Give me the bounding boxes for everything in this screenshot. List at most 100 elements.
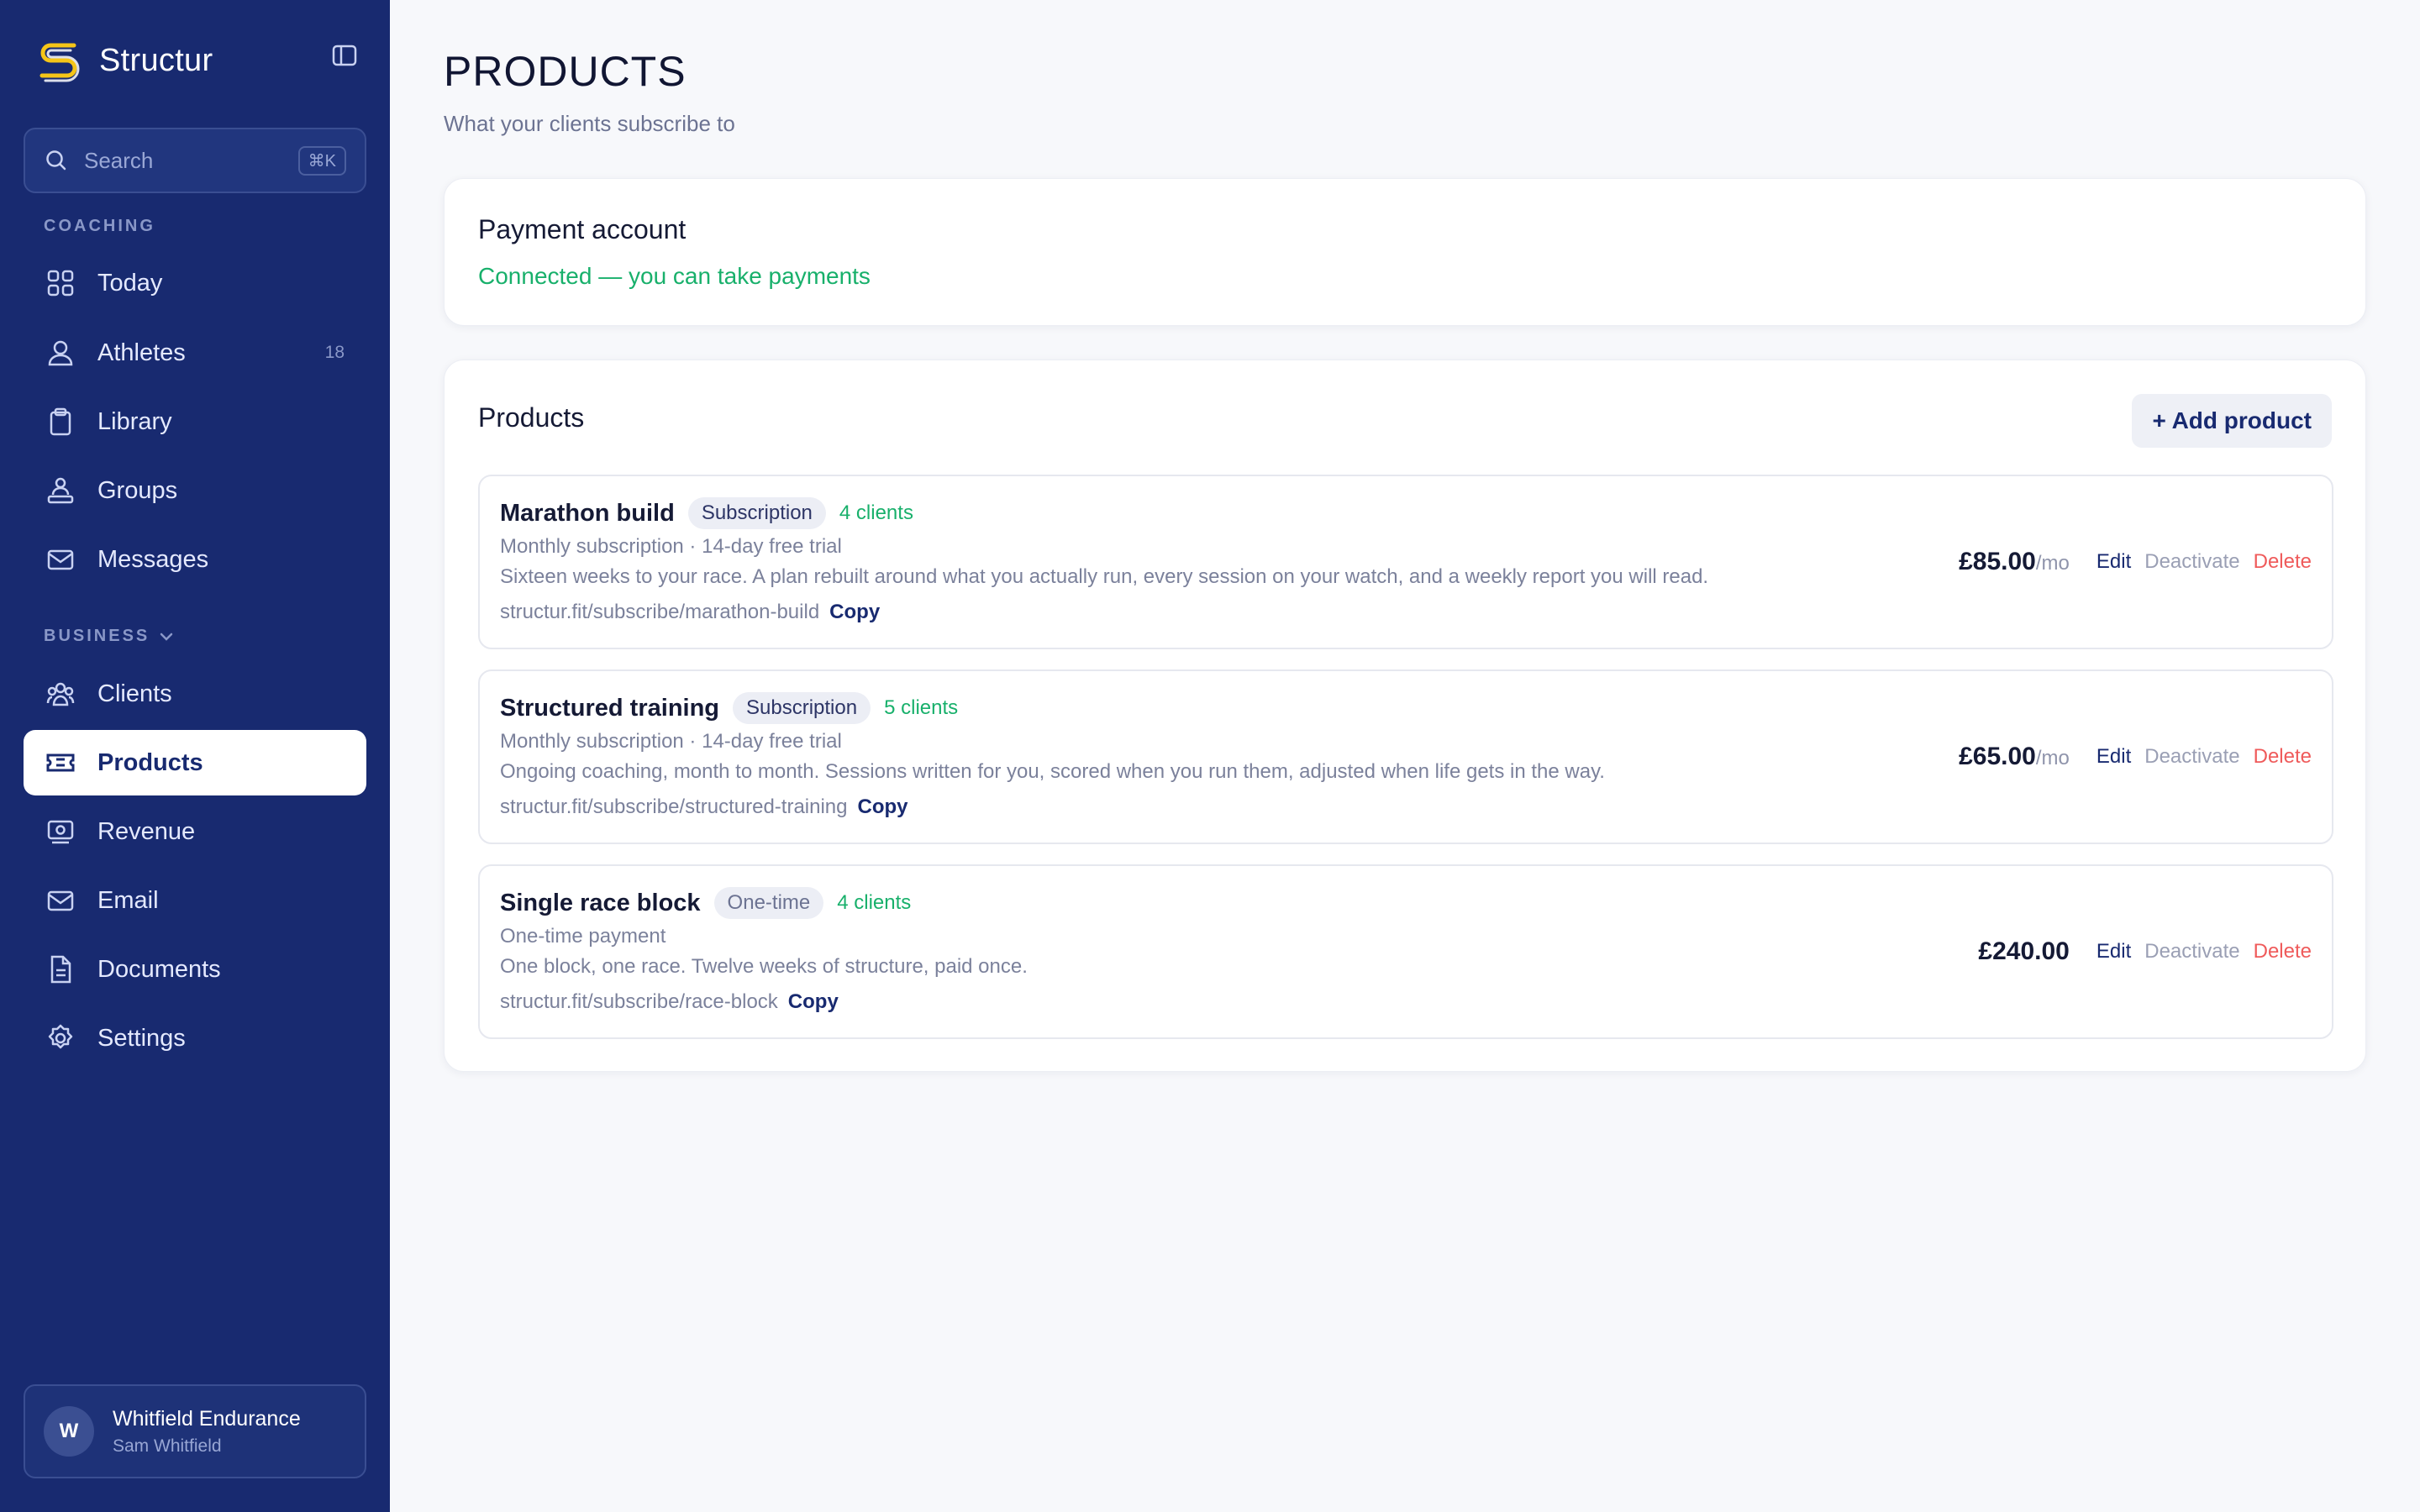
product-link: structur.fit/subscribe/race-block — [500, 990, 778, 1013]
structur-logo-icon — [39, 43, 80, 82]
collapse-sidebar-button[interactable] — [329, 42, 360, 69]
product-clients-count[interactable]: 4 clients — [837, 891, 911, 915]
product-price-unit: /mo — [2035, 747, 2070, 769]
product-type-badge: Subscription — [733, 692, 871, 724]
sidebar-item-groups[interactable]: Groups — [24, 458, 366, 523]
copy-link-button[interactable]: Copy — [858, 795, 908, 819]
sidebar-item-label: Email — [97, 886, 159, 914]
payment-status: Connected — you can take payments — [478, 263, 871, 289]
sidebar-item-products[interactable]: Products — [24, 730, 366, 795]
product-header: Structured training Subscription 5 clien… — [500, 690, 958, 727]
product-row: Marathon build Subscription 4 clients Mo… — [478, 475, 2333, 649]
search-shortcut: ⌘K — [297, 145, 346, 176]
brand[interactable]: Structur — [35, 37, 213, 84]
sidebar-item-settings[interactable]: Settings — [24, 1005, 366, 1071]
product-header: Marathon build Subscription 4 clients — [500, 495, 913, 532]
deactivate-product-button[interactable]: Deactivate — [2144, 940, 2239, 963]
delete-product-button[interactable]: Delete — [2254, 745, 2312, 769]
chevron-down-icon — [160, 633, 173, 641]
sidebar-item-label: Athletes — [97, 339, 186, 366]
product-description: Sixteen weeks to your race. A plan rebui… — [500, 565, 1709, 588]
product-price-unit: /mo — [2035, 552, 2070, 575]
delete-product-button[interactable]: Delete — [2254, 550, 2312, 574]
sidebar-item-clients[interactable]: Clients — [24, 661, 366, 727]
add-product-button[interactable]: + Add product — [2132, 394, 2332, 448]
edit-product-button[interactable]: Edit — [2096, 550, 2131, 574]
product-meta: Monthly subscription · 14-day free trial — [500, 535, 842, 558]
product-actions: £85.00/mo Edit Deactivate Delete — [1959, 476, 2312, 648]
sidebar-item-library[interactable]: Library — [24, 389, 366, 454]
deactivate-product-button[interactable]: Deactivate — [2144, 745, 2239, 769]
clients-icon — [45, 679, 76, 709]
sidebar-item-messages[interactable]: Messages — [24, 527, 366, 592]
revenue-icon — [45, 816, 76, 847]
avatar: W — [44, 1406, 94, 1457]
sidebar-item-label: Today — [97, 269, 163, 297]
sidebar-toggle-icon — [332, 45, 357, 66]
product-meta: Monthly subscription · 14-day free trial — [500, 730, 842, 753]
section-label-business[interactable]: BUSINESS — [44, 627, 175, 646]
product-link-row: structur.fit/subscribe/structured-traini… — [500, 795, 908, 819]
page-title: PRODUCTS — [444, 48, 687, 95]
sidebar-item-documents[interactable]: Documents — [24, 937, 366, 1002]
sidebar-item-label: Messages — [97, 545, 209, 573]
sidebar-item-label: Revenue — [97, 817, 196, 845]
sidebar: Structur Search ⌘K COACHING Today Athlet… — [0, 0, 390, 1512]
users-icon — [45, 338, 76, 368]
sidebar-item-email[interactable]: Email — [24, 868, 366, 933]
page-subtitle: What your clients subscribe to — [444, 111, 735, 136]
product-type-badge: One-time — [713, 887, 824, 919]
product-price: £85.00/mo — [1959, 548, 2070, 576]
copy-link-button[interactable]: Copy — [788, 990, 839, 1014]
product-type-badge: Subscription — [687, 497, 826, 529]
deactivate-product-button[interactable]: Deactivate — [2144, 550, 2239, 574]
sidebar-item-athletes[interactable]: Athletes 18 — [24, 320, 366, 386]
sidebar-item-revenue[interactable]: Revenue — [24, 799, 366, 864]
product-header: Single race block One-time 4 clients — [500, 885, 911, 921]
product-actions: £240.00 Edit Deactivate Delete — [1978, 866, 2312, 1037]
sidebar-item-label: Groups — [97, 476, 178, 504]
product-name: Structured training — [500, 694, 720, 722]
product-link-row: structur.fit/subscribe/race-block Copy — [500, 990, 839, 1014]
sidebar-item-today[interactable]: Today — [24, 250, 366, 316]
product-row: Structured training Subscription 5 clien… — [478, 669, 2333, 844]
product-price-amount: £240.00 — [1978, 937, 2070, 965]
product-link-row: structur.fit/subscribe/marathon-build Co… — [500, 601, 880, 624]
product-price-amount: £85.00 — [1959, 548, 2036, 575]
sidebar-item-label: Clients — [97, 680, 172, 707]
sidebar-item-label: Documents — [97, 955, 221, 983]
search-placeholder: Search — [84, 147, 154, 173]
mail-icon — [45, 885, 76, 916]
product-clients-count[interactable]: 4 clients — [839, 501, 913, 525]
product-link: structur.fit/subscribe/structured-traini… — [500, 795, 848, 818]
edit-product-button[interactable]: Edit — [2096, 745, 2131, 769]
clipboard-icon — [45, 407, 76, 437]
sidebar-item-label: Settings — [97, 1024, 186, 1052]
products-card-title: Products — [478, 402, 585, 433]
mail-icon — [45, 544, 76, 575]
product-price-amount: £65.00 — [1959, 743, 2036, 770]
product-price: £240.00 — [1978, 937, 2069, 966]
search-input[interactable]: Search ⌘K — [24, 128, 366, 193]
product-actions: £65.00/mo Edit Deactivate Delete — [1959, 671, 2312, 843]
user-account-card[interactable]: W Whitfield Endurance Sam Whitfield — [24, 1384, 366, 1478]
delete-product-button[interactable]: Delete — [2254, 940, 2312, 963]
product-clients-count[interactable]: 5 clients — [884, 696, 958, 720]
sidebar-item-label: Library — [97, 407, 172, 435]
search-icon — [46, 150, 66, 171]
ticket-icon — [45, 748, 76, 778]
product-name: Marathon build — [500, 499, 675, 527]
edit-product-button[interactable]: Edit — [2096, 940, 2131, 963]
products-card: Products + Add product Marathon build Su… — [444, 360, 2366, 1072]
main-content: PRODUCTS What your clients subscribe to … — [390, 0, 2420, 1512]
payment-account-title: Payment account — [478, 214, 687, 244]
brand-name: Structur — [99, 42, 213, 78]
product-name: Single race block — [500, 889, 701, 916]
product-description: One block, one race. Twelve weeks of str… — [500, 955, 1028, 978]
document-icon — [45, 954, 76, 984]
user-text: Whitfield Endurance Sam Whitfield — [113, 1407, 301, 1457]
product-price: £65.00/mo — [1959, 743, 2070, 771]
copy-link-button[interactable]: Copy — [829, 601, 880, 624]
groups-icon — [45, 475, 76, 506]
user-name: Whitfield Endurance — [113, 1406, 301, 1431]
